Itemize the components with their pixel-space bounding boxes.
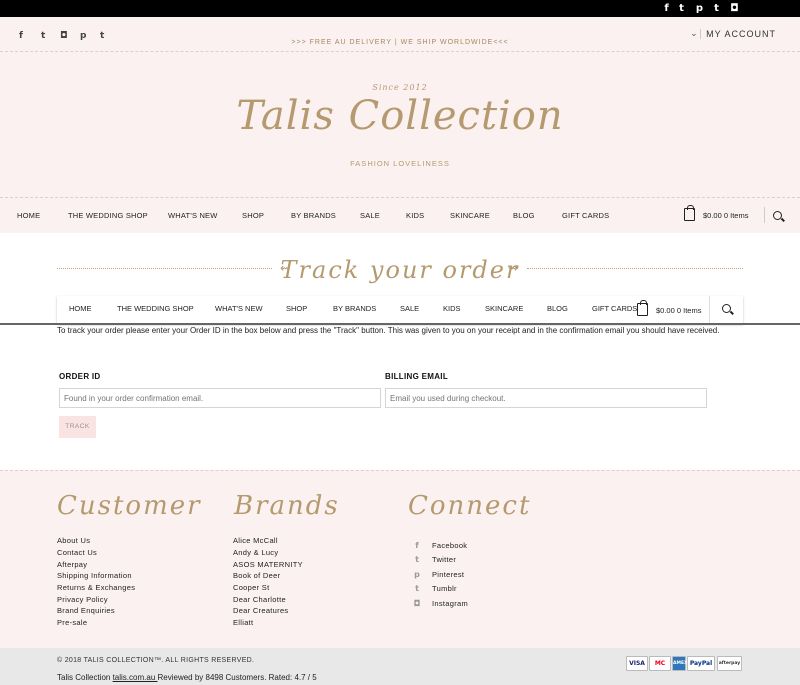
footer-brand-link[interactable]: Andy & Lucy	[233, 548, 278, 557]
search-icon[interactable]	[773, 211, 782, 220]
footer-brand-link[interactable]: ASOS MATERNITY	[233, 560, 303, 569]
nav-wedding-shop[interactable]: THE WEDDING SHOP	[68, 211, 148, 220]
footer-connect-facebook[interactable]: Facebook	[432, 541, 467, 550]
footer-connect-instagram[interactable]: Instagram	[432, 599, 468, 608]
reviews-suffix: Reviewed by 8498 Customers. Rated: 4.7 /…	[157, 673, 317, 682]
bottom-bar: © 2018 TALIS COLLECTION™. ALL RIGHTS RES…	[0, 648, 800, 685]
sticky-nav-kids[interactable]: KIDS	[443, 304, 461, 313]
footer-brand-link[interactable]: Book of Deer	[233, 571, 280, 580]
track-button[interactable]: TRACK	[59, 416, 96, 438]
nav-by-brands[interactable]: BY BRANDS	[291, 211, 336, 220]
site-tagline: FASHION LOVELINESS	[350, 159, 450, 168]
nav-whats-new[interactable]: WHAT'S NEW	[168, 211, 218, 220]
header-divider	[0, 51, 800, 52]
nav-gift-cards[interactable]: GIFT CARDS	[562, 211, 609, 220]
nav-separator	[764, 207, 765, 223]
nav-kids[interactable]: KIDS	[406, 211, 424, 220]
nav-sale[interactable]: SALE	[360, 211, 380, 220]
sticky-nav-sale[interactable]: SALE	[400, 304, 419, 313]
footer-brand-link[interactable]: Dear Creatures	[233, 606, 288, 615]
order-id-label: ORDER ID	[59, 372, 101, 381]
footer-link[interactable]: Brand Enquiries	[57, 606, 115, 615]
nav-shop[interactable]: SHOP	[242, 211, 264, 220]
my-account-menu[interactable]: ⌄ MY ACCOUNT	[690, 28, 776, 39]
twitter-icon[interactable]: t	[676, 3, 687, 14]
footer-link[interactable]: Shipping Information	[57, 571, 132, 580]
footer-link[interactable]: Returns & Exchanges	[57, 583, 135, 592]
sticky-nav-skincare[interactable]: SKINCARE	[485, 304, 523, 313]
flourish-right-icon: ⇝	[508, 261, 519, 275]
site-logo[interactable]: Talis Collection	[0, 93, 800, 139]
pinterest-icon[interactable]: p	[694, 3, 705, 14]
amex-icon: AMEX	[672, 656, 688, 671]
sticky-nav-gift-cards[interactable]: GIFT CARDS	[592, 304, 637, 313]
account-separator	[700, 29, 702, 39]
footer-heading-brands: Brands	[234, 491, 340, 521]
sticky-cart-summary: $0.00 0 Items	[656, 306, 702, 315]
shopping-bag-icon	[637, 300, 648, 316]
paypal-icon: PayPal	[687, 656, 715, 671]
footer-connect-twitter[interactable]: Twitter	[432, 555, 456, 564]
title-rule-right	[527, 268, 743, 269]
footer-brand-link[interactable]: Dear Charlotte	[233, 595, 286, 604]
sticky-nav-wedding-shop[interactable]: THE WEDDING SHOP	[117, 304, 194, 313]
site-footer: Customer Brands Connect About Us Contact…	[0, 470, 800, 648]
sticky-nav-blog[interactable]: BLOG	[547, 304, 568, 313]
footer-heading-connect: Connect	[408, 491, 532, 521]
footer-brand-link[interactable]: Cooper St	[233, 583, 269, 592]
promo-banner: >>> FREE AU DELIVERY | WE SHIP WORLDWIDE…	[291, 39, 509, 46]
copyright-text: © 2018 TALIS COLLECTION™. ALL RIGHTS RES…	[57, 657, 255, 664]
tumblr-icon: t	[415, 584, 419, 593]
mastercard-icon: MC	[649, 656, 671, 671]
footer-link[interactable]: Contact Us	[57, 548, 97, 557]
sticky-nav-home[interactable]: HOME	[69, 304, 92, 313]
main-nav: HOME THE WEDDING SHOP WHAT'S NEW SHOP BY…	[0, 197, 800, 233]
billing-email-label: BILLING EMAIL	[385, 372, 449, 381]
reviews-line: Talis Collection talis.com.au Reviewed b…	[57, 673, 317, 682]
logo-since: Since 2012	[372, 83, 428, 92]
my-account-label[interactable]: MY ACCOUNT	[706, 29, 776, 39]
sticky-nav-separator	[709, 296, 710, 324]
footer-brand-link[interactable]: Elliatt	[233, 618, 253, 627]
nav-home[interactable]: HOME	[17, 211, 40, 220]
twitter-icon: t	[415, 555, 419, 564]
facebook-icon[interactable]: f	[661, 3, 672, 14]
facebook-icon: f	[415, 541, 419, 550]
footer-heading-customer: Customer	[57, 491, 202, 521]
footer-link[interactable]: Privacy Policy	[57, 595, 108, 604]
nav-blog[interactable]: BLOG	[513, 211, 535, 220]
afterpay-icon: afterpay	[717, 656, 742, 671]
billing-email-input[interactable]	[385, 388, 707, 408]
site-header: f t ◘ p t >>> FREE AU DELIVERY | WE SHIP…	[0, 17, 800, 197]
cart-summary: $0.00 0 Items	[703, 211, 749, 220]
page-title: Track your order	[280, 256, 520, 284]
instagram-icon[interactable]: ◘	[729, 3, 740, 14]
footer-connect-tumblr[interactable]: Tumblr	[432, 584, 457, 593]
pinterest-icon: p	[414, 570, 420, 579]
sticky-nav-whats-new[interactable]: WHAT'S NEW	[215, 304, 263, 313]
footer-link[interactable]: About Us	[57, 536, 90, 545]
tumblr-icon[interactable]: t	[711, 3, 722, 14]
sticky-nav-shop[interactable]: SHOP	[286, 304, 307, 313]
sticky-nav-by-brands[interactable]: BY BRANDS	[333, 304, 376, 313]
visa-icon: VISA	[626, 656, 648, 671]
order-id-input[interactable]	[59, 388, 381, 408]
sticky-nav: HOME THE WEDDING SHOP WHAT'S NEW SHOP BY…	[57, 296, 743, 324]
top-bar: f t p t ◘	[0, 0, 800, 17]
page-title-area: ⇜ Track your order ⇝	[0, 256, 800, 286]
footer-connect-pinterest[interactable]: Pinterest	[432, 570, 464, 579]
footer-brand-link[interactable]: Alice McCall	[233, 536, 278, 545]
footer-link[interactable]: Pre-sale	[57, 618, 87, 627]
instagram-icon: ◘	[413, 599, 421, 608]
footer-link[interactable]: Afterpay	[57, 560, 87, 569]
search-icon[interactable]	[722, 304, 731, 313]
reviews-link[interactable]: talis.com.au	[113, 673, 158, 682]
nav-skincare[interactable]: SKINCARE	[450, 211, 490, 220]
shopping-bag-icon	[684, 205, 695, 221]
chevron-down-icon: ⌄	[690, 28, 699, 38]
reviews-prefix: Talis Collection	[57, 673, 113, 682]
intro-text: To track your order please enter your Or…	[57, 326, 720, 335]
